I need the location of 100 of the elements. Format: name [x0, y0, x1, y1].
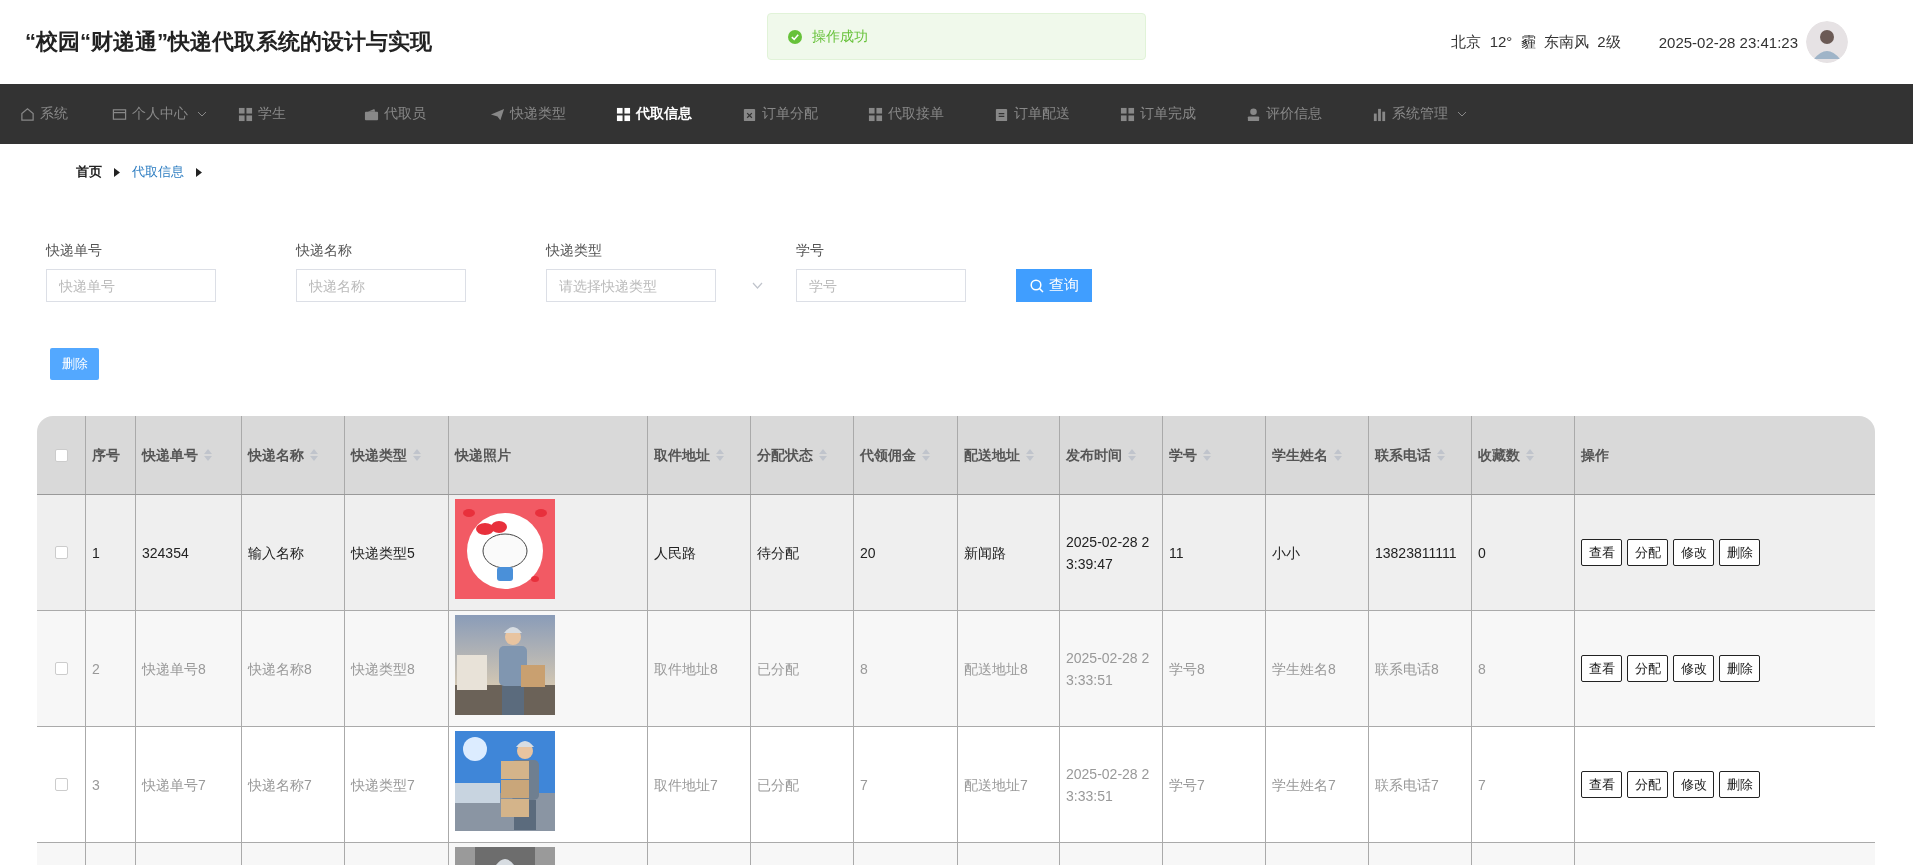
breadcrumb-link[interactable]: 首页	[76, 163, 102, 181]
sort-icon[interactable]	[716, 449, 724, 461]
datetime-text: 2025-02-28 23:41:23	[1658, 33, 1798, 51]
input-field[interactable]: 快递单号	[46, 269, 216, 302]
column-header[interactable]: 取件地址	[648, 416, 751, 494]
nav-item[interactable]: 订单配送	[994, 105, 1120, 123]
sort-icon[interactable]	[922, 449, 930, 461]
sort-icon[interactable]	[204, 449, 212, 461]
sort-icon[interactable]	[310, 449, 318, 461]
table-cell-text: 快递类型8	[351, 659, 415, 679]
nav-item[interactable]: 订单分配	[742, 105, 868, 123]
action-button[interactable]: 分配	[1627, 771, 1668, 798]
table-cell-text: 13823811111	[1375, 543, 1457, 563]
table-cell-text: 11	[1169, 543, 1184, 563]
checkbox[interactable]	[54, 662, 68, 675]
table-cell-text: 新闻路	[964, 543, 1006, 563]
table-cell-text: 0	[1478, 543, 1486, 563]
sort-icon[interactable]	[1334, 449, 1342, 461]
action-button[interactable]: 修改	[1673, 539, 1714, 566]
table-cell-text: 输入名称	[248, 543, 304, 563]
table-cell-text: 学生姓名8	[1272, 659, 1336, 679]
sort-icon[interactable]	[1128, 449, 1136, 461]
input-field[interactable]: 学号	[796, 269, 966, 302]
table-cell-text: 快递单号7	[142, 775, 206, 795]
chevron-right-icon	[196, 167, 202, 177]
table-cell-text: 快递类型5	[351, 543, 415, 563]
column-header[interactable]: 学生姓名	[1266, 416, 1369, 494]
nav-item[interactable]: 代取信息	[616, 105, 742, 123]
weather-text: 北京 12° 霾 东南风 2级	[1451, 32, 1621, 52]
nav-item[interactable]: 个人中心	[112, 105, 238, 123]
action-button[interactable]: 查看	[1581, 771, 1622, 798]
card-icon	[112, 106, 127, 122]
clipboard-icon	[994, 106, 1009, 122]
action-button[interactable]: 分配	[1627, 539, 1668, 566]
column-header[interactable]: 发布时间	[1060, 416, 1163, 494]
table-cell-text: 2025-02-28 23:33:51	[1066, 648, 1151, 690]
table-cell-text: 取件地址8	[654, 659, 718, 679]
checkbox[interactable]	[54, 448, 68, 462]
table-cell-text: 8	[1478, 659, 1486, 679]
table-cell-text: 2025-02-28 23:33:51	[1066, 764, 1151, 806]
column-header[interactable]: 配送地址	[958, 416, 1060, 494]
checkbox[interactable]	[54, 778, 68, 791]
table-cell-text: 快递单号8	[142, 659, 206, 679]
sort-icon[interactable]	[819, 449, 827, 461]
chevron-down-icon	[752, 282, 763, 289]
action-button[interactable]: 删除	[1719, 539, 1760, 566]
action-button[interactable]: 删除	[1719, 771, 1760, 798]
action-button[interactable]: 分配	[1627, 655, 1668, 682]
chevron-right-icon	[114, 167, 120, 177]
filter-label: 快递单号	[46, 242, 103, 260]
table-cell-text: 联系电话8	[1375, 659, 1439, 679]
sort-icon[interactable]	[1203, 449, 1211, 461]
column-header: 序号	[86, 416, 136, 494]
wallet-icon	[364, 106, 379, 122]
search-button[interactable]: 查询	[1016, 269, 1092, 302]
column-header[interactable]: 快递类型	[345, 416, 449, 494]
breadcrumb-link[interactable]: 代取信息	[132, 163, 184, 181]
action-button[interactable]: 修改	[1673, 655, 1714, 682]
filter-label: 快递名称	[296, 242, 353, 260]
table-cell-text: 配送地址8	[964, 659, 1028, 679]
sort-icon[interactable]	[1526, 449, 1534, 461]
nav-item[interactable]: 评价信息	[1246, 105, 1372, 123]
column-header[interactable]: 联系电话	[1369, 416, 1472, 494]
table-cell-text: 配送地址7	[964, 775, 1028, 795]
input-field[interactable]: 快递名称	[296, 269, 466, 302]
avatar[interactable]	[1806, 21, 1848, 63]
bar-chart-icon	[1372, 106, 1387, 122]
table-cell-text: 联系电话7	[1375, 775, 1439, 795]
table-cell-text: 2	[92, 659, 100, 679]
table-cell-text: 快递类型7	[351, 775, 415, 795]
select-field[interactable]: 请选择快递类型	[546, 269, 716, 302]
column-header[interactable]: 分配状态	[751, 416, 854, 494]
sort-icon[interactable]	[1437, 449, 1445, 461]
nav-item[interactable]: 系统	[20, 105, 112, 123]
action-button[interactable]: 删除	[1719, 655, 1760, 682]
grid-icon	[868, 106, 883, 122]
sort-icon[interactable]	[413, 449, 421, 461]
column-header: 操作	[1580, 446, 1610, 465]
nav-item[interactable]: 订单完成	[1120, 105, 1246, 123]
checkbox[interactable]	[54, 546, 68, 559]
grid-icon	[1120, 106, 1135, 122]
column-header[interactable]: 快递单号	[136, 416, 242, 494]
action-button[interactable]: 查看	[1581, 539, 1622, 566]
filter-label: 学号	[796, 242, 825, 260]
nav-item[interactable]: 系统管理	[1372, 105, 1498, 123]
nav-item[interactable]: 代取接单	[868, 105, 994, 123]
table-cell-text: 2025-02-28 23:39:47	[1066, 532, 1151, 574]
nav-item[interactable]: 学生	[238, 105, 364, 123]
grid-icon	[238, 106, 253, 122]
column-header[interactable]: 代领佣金	[854, 416, 958, 494]
home-icon	[20, 106, 35, 122]
nav-item[interactable]: 代取员	[364, 105, 490, 123]
grid-icon	[616, 106, 631, 122]
column-header[interactable]: 收藏数	[1472, 416, 1575, 494]
sort-icon[interactable]	[1026, 449, 1034, 461]
action-button[interactable]: 修改	[1673, 771, 1714, 798]
action-button[interactable]: 查看	[1581, 655, 1622, 682]
column-header[interactable]: 快递名称	[242, 416, 345, 494]
column-header[interactable]: 学号	[1163, 416, 1266, 494]
nav-item[interactable]: 快递类型	[490, 105, 616, 123]
